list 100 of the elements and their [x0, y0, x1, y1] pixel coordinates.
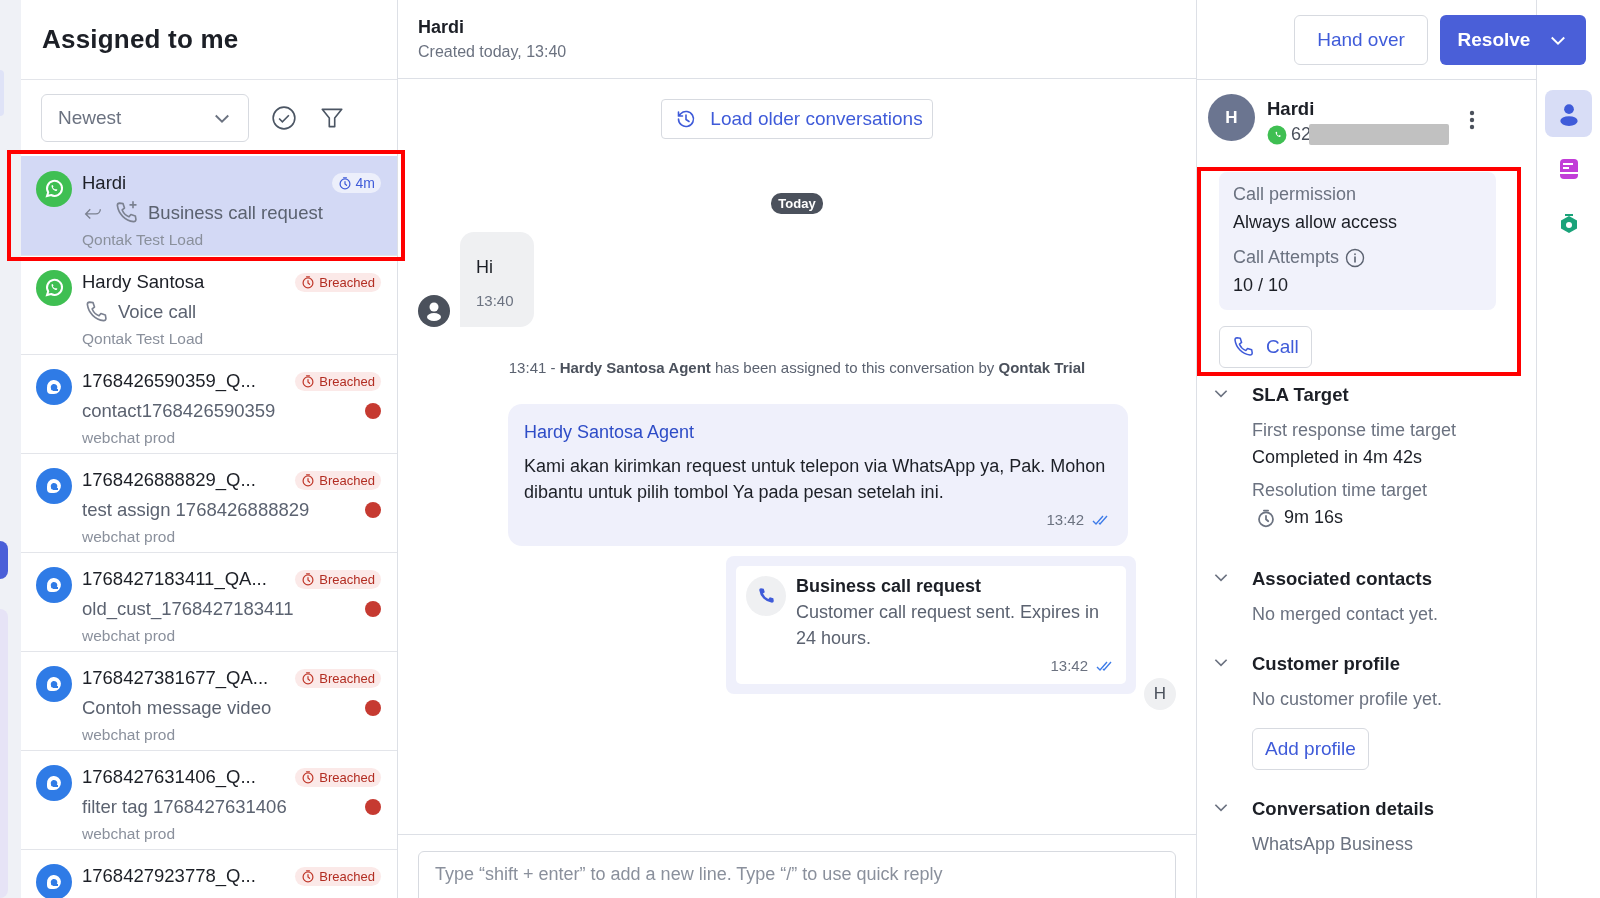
- more-menu-icon[interactable]: [1468, 108, 1476, 132]
- inbox-name: webchat prod: [82, 627, 177, 645]
- chat-bubble-icon: [36, 666, 72, 702]
- badge-text: Breached: [319, 670, 375, 686]
- contact-name: Hardy Santosa: [82, 271, 205, 293]
- contact-name: 1768427631406_Q...: [82, 766, 256, 788]
- badge-text: Breached: [319, 472, 375, 488]
- badge-text: 4m: [355, 175, 375, 191]
- hand-over-button[interactable]: Hand over: [1294, 15, 1428, 65]
- chat-bubble-icon: [36, 468, 72, 504]
- chat-bubble-icon: [36, 567, 72, 603]
- whatsapp-icon: [1267, 124, 1287, 145]
- chat-bubble-icon: [36, 369, 72, 405]
- timer-icon: [301, 869, 316, 883]
- conversation-title: Hardi: [418, 17, 465, 38]
- empty-note: WhatsApp Business: [1252, 834, 1415, 855]
- sort-dropdown[interactable]: Newest: [41, 94, 249, 142]
- empty-note: No merged contact yet.: [1252, 604, 1440, 625]
- field-label: Call Attempts: [1233, 247, 1340, 268]
- timer-icon: [337, 176, 352, 190]
- message-time: 13:42: [1050, 657, 1088, 674]
- contact-name: 1768426888829_Q...: [82, 469, 256, 491]
- message-input[interactable]: Type “shift + enter” to add a new line. Type “/” to use quick reply: [418, 851, 1176, 898]
- badge-text: Breached: [319, 868, 375, 884]
- chat-bubble-icon: [36, 864, 72, 898]
- chat-bubble-icon: [36, 765, 72, 801]
- conversation-item[interactable]: 1768427923778_Q... Breached: [21, 849, 397, 898]
- check-circle-icon[interactable]: [271, 105, 297, 131]
- conversation-item[interactable]: 1768427381677_QA... Breached Contoh message video webchat prod: [21, 651, 397, 750]
- contact-name: Hardi: [1267, 98, 1316, 120]
- inbox-name: webchat prod: [82, 429, 177, 447]
- phone-number: 62: [1291, 124, 1312, 145]
- whatsapp-icon: [36, 171, 72, 207]
- field-label: Call permission: [1233, 184, 1358, 205]
- message-text: Kami akan kirimkan request untuk telepon via WhatsApp ya, Pak. Mohon dibantu untuk pilih tombol Ya pada pesan setelah ini.: [524, 455, 1107, 504]
- timer-icon: [301, 275, 316, 289]
- section-title[interactable]: Conversation details: [1252, 798, 1434, 820]
- field-value: Completed in 4m 42s: [1252, 447, 1424, 468]
- section-title[interactable]: Customer profile: [1252, 653, 1401, 675]
- timer-icon: [301, 473, 316, 487]
- badge-text: Breached: [319, 769, 375, 785]
- message-preview: contact1768426590359: [82, 400, 276, 422]
- card-text: Customer call request sent. Expires in 24 hours.: [796, 601, 1101, 650]
- sender-name: Hardy Santosa Agent: [524, 422, 696, 443]
- inbox-name: webchat prod: [82, 825, 177, 843]
- contact-name: 1768427923778_Q...: [82, 865, 256, 887]
- inbox-name: webchat prod: [82, 528, 177, 546]
- info-icon[interactable]: [1345, 247, 1366, 268]
- timer-icon: [301, 770, 316, 784]
- message-time: 13:42: [1046, 511, 1084, 528]
- load-older-button[interactable]: Load older conversations: [661, 99, 933, 139]
- empty-note: No customer profile yet.: [1252, 689, 1444, 710]
- field-value: 9m 16s: [1284, 507, 1344, 528]
- inbox-name: Qontak Test Load: [82, 330, 205, 348]
- contact-name: 1768427381677_QA...: [82, 667, 269, 689]
- user-avatar-icon: [418, 295, 450, 327]
- conversation-item[interactable]: 1768426888829_Q... Breached test assign 1768426888829 webchat prod: [21, 453, 397, 552]
- system-message: 13:41 - Hardy Santosa Agent has been assigned to this conversation by Qontak Trial: [508, 359, 1086, 376]
- contact-name: 1768426590359_Q...: [82, 370, 256, 392]
- contact-name: Hardi: [82, 172, 127, 194]
- timer-icon: [1256, 507, 1276, 528]
- badge-text: Breached: [319, 274, 375, 290]
- phone-icon: [746, 576, 786, 616]
- badge-text: Breached: [319, 373, 375, 389]
- timer-icon: [301, 572, 316, 586]
- list-title: Assigned to me: [42, 24, 239, 55]
- timer-icon: [301, 671, 316, 685]
- section-title[interactable]: SLA Target: [1252, 384, 1349, 406]
- message-time: 13:40: [476, 292, 514, 309]
- field-value: 10 / 10: [1233, 275, 1290, 296]
- message-preview: test assign 1768426888829: [82, 499, 310, 521]
- conversation-item[interactable]: 1768427631406_Q... Breached filter tag 1768427631406 webchat prod: [21, 750, 397, 849]
- field-value: Always allow access: [1233, 212, 1399, 233]
- message-preview: filter tag 1768427631406: [82, 796, 287, 818]
- message-preview: Contoh message video: [82, 697, 272, 719]
- field-label: Resolution time target: [1252, 480, 1429, 501]
- timer-icon: [301, 374, 316, 388]
- message-preview: Voice call: [118, 301, 197, 323]
- side-tab[interactable]: [1545, 90, 1592, 137]
- card-title: Business call request: [796, 576, 983, 597]
- inbox-name: webchat prod: [82, 726, 177, 744]
- call-button[interactable]: Call: [1219, 326, 1312, 368]
- message-preview: old_cust_1768427183411: [82, 598, 294, 620]
- section-title[interactable]: Associated contacts: [1252, 568, 1432, 590]
- conversation-item[interactable]: Hardy Santosa Breached Voice call Qontak Test Load: [21, 255, 397, 354]
- created-time: Created today, 13:40: [418, 43, 567, 61]
- conversation-item[interactable]: 1768426590359_Q... Breached contact1768426590359 webchat prod: [21, 354, 397, 453]
- conversation-item[interactable]: 1768427183411_QA... Breached old_cust_1768427183411 webchat prod: [21, 552, 397, 651]
- contact-avatar: H: [1208, 94, 1255, 141]
- field-label: First response time target: [1252, 420, 1458, 441]
- agent-avatar: H: [1144, 678, 1176, 710]
- inbox-name: Qontak Test Load: [82, 231, 205, 249]
- conversation-item[interactable]: Hardi 4m Business call request Qontak Test Load: [21, 156, 397, 255]
- contact-name: 1768427183411_QA...: [82, 568, 267, 590]
- message-text: Hi: [476, 256, 494, 279]
- nav-highlight[interactable]: [0, 541, 8, 579]
- add-profile-button[interactable]: Add profile: [1252, 728, 1369, 770]
- message-preview: Business call request: [148, 202, 323, 224]
- badge-text: Breached: [319, 571, 375, 587]
- resolve-button[interactable]: Resolve: [1440, 15, 1586, 65]
